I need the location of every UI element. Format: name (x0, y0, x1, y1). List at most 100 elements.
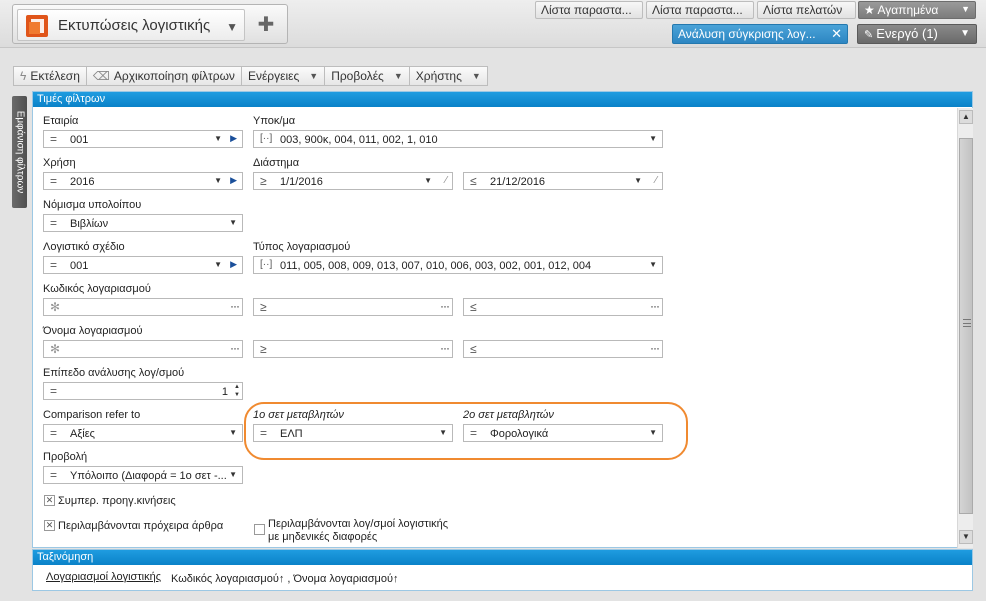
include-prev-moves-checkbox[interactable]: ✕ (44, 495, 55, 506)
account-code-to-field[interactable]: ≤ ··· (463, 298, 663, 316)
account-code-field[interactable]: ✻ ··· (43, 298, 243, 316)
fiscal-year-field[interactable]: = 2016 ▼ ▶ (43, 172, 243, 190)
scroll-up-icon[interactable]: ▲ (959, 110, 973, 124)
period-to-value: 21/12/2016 (490, 176, 546, 188)
pin-icon[interactable]: ⁄ (655, 175, 657, 186)
show-filters-side-tab[interactable]: Εμφάνιση φίλτρων (12, 96, 27, 208)
reset-filters-button[interactable]: ⌫ Αρχικοποίηση φίλτρων (85, 66, 242, 86)
account-type-label: Τύπος λογαριασμού (253, 241, 351, 253)
asterisk-icon: ✻ (50, 342, 61, 356)
account-code-label: Κωδικός λογαριασμού (43, 283, 151, 295)
active-windows-label: Ενεργό (1) (876, 26, 938, 41)
toolbar: ϟ Εκτέλεση ⌫ Αρχικοποίηση φίλτρων Ενέργε… (13, 66, 488, 86)
ellipsis-icon[interactable]: ··· (650, 299, 660, 313)
active-windows-button[interactable]: ✎ Ενεργό (1) ▼ (857, 24, 977, 44)
account-type-value: 011, 005, 008, 009, 013, 007, 010, 006, … (280, 260, 592, 272)
filter-panel-title: Τιμές φίλτρων (33, 92, 972, 107)
period-from-value: 1/1/2016 (280, 176, 323, 188)
company-field[interactable]: = 001 ▼ ▶ (43, 130, 243, 148)
scrollbar-thumb[interactable] (959, 138, 973, 514)
analysis-level-stepper[interactable]: = 1 ▲ ▼ (43, 382, 243, 400)
list-icon: [··] (260, 133, 273, 144)
less-equal-icon: ≤ (470, 342, 477, 356)
active-document-label: Ανάλυση σύγκρισης λογ... (678, 27, 816, 41)
highlight-annotation (244, 402, 688, 460)
sort-fields: Κωδικός λογαριασμού↑ , Όνομα λογαριασμού… (171, 573, 399, 585)
puzzle-icon[interactable]: ✚ (249, 9, 283, 41)
nav-tab-3[interactable]: Λίστα πελατών (757, 1, 856, 19)
comparison-field[interactable]: = Αξίες ▼ (43, 424, 243, 442)
chart-of-accounts-field[interactable]: = 001 ▼ ▶ (43, 256, 243, 274)
nav-tab-1[interactable]: Λίστα παραστα... (535, 1, 643, 19)
account-name-to-field[interactable]: ≤ ··· (463, 340, 663, 358)
side-tab-label: Εμφάνιση φίλτρων (14, 110, 25, 194)
execute-button[interactable]: ϟ Εκτέλεση (13, 66, 87, 86)
sort-panel: Ταξινόμηση Λογαριασμοί λογιστικής Κωδικό… (32, 549, 973, 591)
ellipsis-icon[interactable]: ··· (440, 341, 450, 355)
chevron-down-icon: ▼ (471, 71, 481, 81)
comparison-value: Αξίες (70, 428, 95, 440)
balance-currency-field[interactable]: = Βιβλίων ▼ (43, 214, 243, 232)
sort-group-link[interactable]: Λογαριασμοί λογιστικής (46, 571, 161, 583)
nav-tab-2[interactable]: Λίστα παραστα... (646, 1, 754, 19)
actions-label: Ενέργειες (247, 69, 300, 83)
include-drafts-label: Περιλαμβάνονται πρόχειρα άρθρα (58, 520, 224, 532)
ellipsis-icon[interactable]: ··· (230, 341, 240, 355)
ellipsis-icon[interactable]: ··· (650, 341, 660, 355)
chevron-down-icon[interactable]: ▼ (634, 176, 642, 185)
account-code-from-field[interactable]: ≥ ··· (253, 298, 453, 316)
close-icon[interactable]: ✕ (831, 26, 842, 42)
go-arrow-icon[interactable]: ▶ (230, 175, 237, 186)
app-dropdown[interactable]: Εκτυπώσεις λογιστικής ▼ (17, 9, 245, 41)
fiscal-year-label: Χρήση (43, 157, 76, 169)
branch-field[interactable]: [··] 003, 900κ, 004, 011, 002, 1, 010 ▼ (253, 130, 663, 148)
chevron-down-icon[interactable]: ▼ (649, 134, 657, 143)
analysis-level-value: 1 (221, 386, 228, 398)
include-zero-diff-label-1: Περιλαμβάνονται λογ/σμοί λογιστικής (268, 518, 449, 530)
chevron-down-icon[interactable]: ▼ (424, 176, 432, 185)
chevron-down-icon[interactable]: ▼ (214, 260, 222, 269)
views-menu[interactable]: Προβολές ▼ (324, 66, 410, 86)
view-field[interactable]: = Υπόλοιπο (Διαφορά = 1ο σετ -... ▼ (43, 466, 243, 484)
chevron-down-icon[interactable]: ▼ (214, 134, 222, 143)
ellipsis-icon[interactable]: ··· (230, 299, 240, 313)
chevron-down-icon[interactable]: ▼ (229, 428, 237, 437)
views-label: Προβολές (331, 69, 384, 83)
chevron-down-icon[interactable]: ▼ (229, 470, 237, 479)
include-zero-diff-label-2: με μηδενικές διαφορές (268, 531, 378, 543)
chevron-down-icon[interactable]: ▼ (229, 218, 237, 227)
greater-equal-icon: ≥ (260, 300, 267, 314)
favorites-tab[interactable]: ★ Αγαπημένα ▼ (858, 1, 976, 19)
go-arrow-icon[interactable]: ▶ (230, 133, 237, 144)
actions-menu[interactable]: Ενέργειες ▼ (240, 66, 326, 86)
balance-currency-label: Νόμισμα υπολοίπου (43, 199, 142, 211)
chevron-down-icon[interactable]: ▼ (214, 176, 222, 185)
fiscal-year-value: 2016 (70, 176, 95, 188)
go-arrow-icon[interactable]: ▶ (230, 259, 237, 270)
user-menu[interactable]: Χρήστης ▼ (408, 66, 488, 86)
include-drafts-checkbox[interactable]: ✕ (44, 520, 55, 531)
period-from-field[interactable]: ≥ 1/1/2016 ▼ ⁄ (253, 172, 453, 190)
scroll-down-icon[interactable]: ▼ (959, 530, 973, 544)
ellipsis-icon[interactable]: ··· (440, 299, 450, 313)
account-name-from-field[interactable]: ≥ ··· (253, 340, 453, 358)
app-selector: Εκτυπώσεις λογιστικής ▼ ✚ (12, 4, 288, 44)
asterisk-icon: ✻ (50, 300, 61, 314)
sort-panel-title: Ταξινόμηση (33, 550, 972, 565)
account-type-field[interactable]: [··] 011, 005, 008, 009, 013, 007, 010, … (253, 256, 663, 274)
pin-icon[interactable]: ⁄ (445, 175, 447, 186)
equals-icon: = (50, 468, 58, 482)
vertical-scrollbar[interactable]: ▲ ▼ (957, 108, 973, 548)
chevron-down-icon: ▼ (393, 71, 403, 81)
account-name-field[interactable]: ✻ ··· (43, 340, 243, 358)
greater-equal-icon: ≥ (260, 342, 267, 356)
chevron-down-icon[interactable]: ▼ (649, 260, 657, 269)
period-label: Διάστημα (253, 157, 300, 169)
view-label: Προβολή (43, 451, 88, 463)
include-zero-diff-checkbox[interactable] (254, 524, 265, 535)
chevron-down-icon: ▼ (226, 20, 238, 34)
period-to-field[interactable]: ≤ 21/12/2016 ▼ ⁄ (463, 172, 663, 190)
active-document-tab[interactable]: Ανάλυση σύγκρισης λογ... ✕ (672, 24, 848, 44)
grip-icon (963, 319, 971, 327)
spinner-icon[interactable]: ▲ ▼ (234, 383, 240, 399)
